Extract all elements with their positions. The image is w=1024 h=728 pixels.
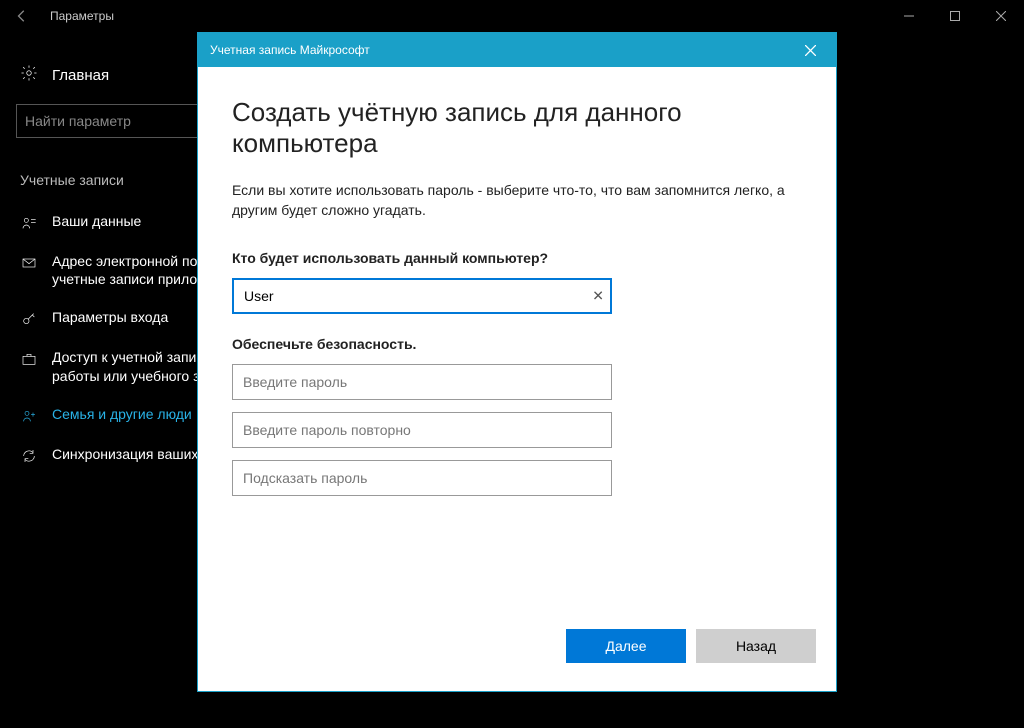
titlebar: Параметры — [0, 0, 1024, 32]
search-placeholder: Найти параметр — [25, 113, 131, 129]
mail-icon — [20, 254, 38, 272]
next-button[interactable]: Далее — [566, 629, 686, 663]
sidebar-item-label: Параметры входа — [52, 308, 168, 326]
ms-account-dialog: Учетная запись Майкрософт Создать учётну… — [197, 32, 837, 692]
key-icon — [20, 310, 38, 328]
dialog-footer: Далее Назад — [198, 621, 836, 691]
person-icon — [20, 214, 38, 232]
dialog-body: Создать учётную запись для данного компь… — [198, 67, 836, 621]
dialog-header: Учетная запись Майкрософт — [198, 33, 836, 67]
dialog-title: Создать учётную запись для данного компь… — [232, 97, 802, 159]
sync-icon — [20, 447, 38, 465]
briefcase-icon — [20, 350, 38, 368]
security-label: Обеспечьте безопасность. — [232, 336, 802, 352]
home-label: Главная — [52, 67, 109, 84]
password-input[interactable] — [232, 364, 612, 400]
username-input[interactable] — [232, 278, 612, 314]
minimize-button[interactable] — [886, 0, 932, 32]
clear-input-button[interactable]: ✕ — [592, 288, 604, 305]
close-icon — [805, 45, 816, 56]
sidebar-item-label: Ваши данные — [52, 212, 141, 230]
dialog-header-title: Учетная запись Майкрософт — [210, 43, 370, 57]
maximize-button[interactable] — [932, 0, 978, 32]
back-button[interactable] — [6, 0, 38, 32]
dialog-description: Если вы хотите использовать пароль - выб… — [232, 181, 802, 220]
back-button[interactable]: Назад — [696, 629, 816, 663]
window-title: Параметры — [50, 9, 114, 23]
settings-window: Параметры Главная Найти параметр Учетные… — [0, 0, 1024, 728]
password-hint-input[interactable] — [232, 460, 612, 496]
people-icon — [20, 407, 38, 425]
dialog-close-button[interactable] — [796, 36, 824, 64]
close-window-button[interactable] — [978, 0, 1024, 32]
password-confirm-input[interactable] — [232, 412, 612, 448]
username-label: Кто будет использовать данный компьютер? — [232, 250, 802, 266]
sidebar-item-label: Семья и другие люди — [52, 405, 192, 423]
gear-icon — [20, 64, 38, 86]
